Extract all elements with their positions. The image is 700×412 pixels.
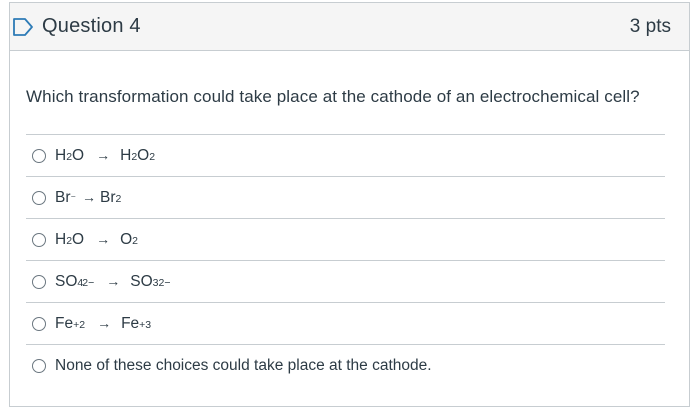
question-header: Question 4 3 pts [10,3,689,51]
answer-label-6[interactable]: None of these choices could take place a… [55,357,432,375]
answer-radio-1[interactable] [32,148,46,163]
answer-radio-5[interactable] [32,316,46,331]
answer-label-1[interactable]: H2O → H2O2 [55,147,155,165]
question-points: 3 pts [629,15,671,37]
question-title: Question 4 [42,15,141,37]
answer-label-2[interactable]: Br ⁻ → Br 2 [55,189,121,207]
answer-option-4[interactable]: SO 4 2− → SO 3 2− [26,261,665,303]
answer-radio-4[interactable] [32,274,46,289]
flag-question-icon[interactable] [12,15,36,39]
arrow-icon: → [106,272,121,289]
question-prompt: Which transformation could take place at… [26,87,640,106]
answer-label-3[interactable]: H2O → O2 [55,231,138,249]
arrow-icon: → [97,314,112,331]
arrow-icon: → [96,146,111,163]
answer-radio-6[interactable] [32,359,46,373]
answer-option-5[interactable]: Fe +2 → Fe +3 [26,303,665,345]
answer-radio-3[interactable] [32,232,46,247]
answer-radio-2[interactable] [32,190,46,205]
quiz-question-card: Question 4 3 pts Which transformation co… [9,2,690,407]
answer-option-2[interactable]: Br ⁻ → Br 2 [26,177,665,219]
answer-label-5[interactable]: Fe +2 → Fe +3 [55,315,151,333]
answer-label-4[interactable]: SO 4 2− → SO 3 2− [55,273,170,291]
arrow-icon: → [96,230,111,247]
arrow-icon: → [82,188,97,205]
answer-list: H2O → H2O2 Br ⁻ → Br 2 H2O → O 2 SO 4 2−… [26,134,665,387]
answer-option-1[interactable]: H2O → H2O2 [26,135,665,177]
answer-option-6[interactable]: None of these choices could take place a… [26,345,665,387]
answer-option-3[interactable]: H2O → O2 [26,219,665,261]
